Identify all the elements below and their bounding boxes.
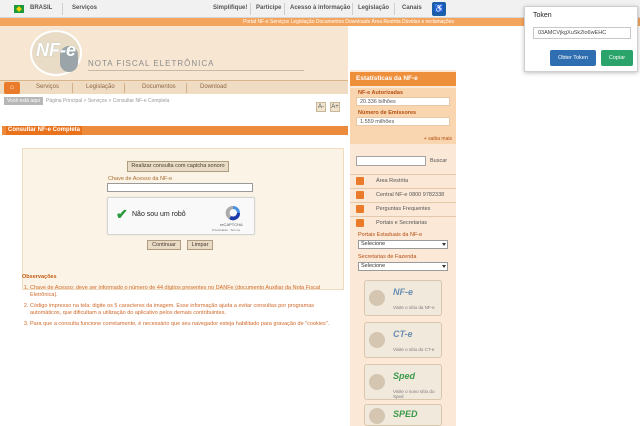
issuers-label: Número de Emissores [358,110,417,116]
query-form: Realizar consulta com captcha sonoro Cha… [22,148,344,290]
home-icon[interactable]: ⌂ [4,82,20,94]
gov-link-simplifique[interactable]: Simplifique! [213,5,247,11]
nav-item-documents[interactable]: Documentos [142,84,176,90]
authorized-value: 20.336 bilhões [356,97,450,106]
promo-subtitle: Visite o sítio do CT-e [393,347,435,352]
globe-icon [369,290,385,306]
continue-button[interactable]: Continuar [147,240,181,250]
logo-text: NF-e [36,40,76,60]
promo-title: CT-e [393,329,413,339]
accessibility-icon[interactable]: ♿ [432,2,446,16]
state-portals-label: Portais Estaduais da NF-e [358,232,423,238]
sidebar-item-label: Perguntas Frequentes [376,206,431,212]
page-title: Consultar NF-e Completa [6,126,83,135]
promo-title: SPED [393,409,418,419]
get-token-button[interactable]: Obter Token [550,50,596,66]
top-links[interactable]: Portal NF-e Serviços Legislação Document… [243,18,454,26]
sidebar-item-label: Área Restrita [376,178,409,184]
sidebar-item-portals[interactable]: Portais e Secretarias [350,216,456,228]
sidebar-item-label: Central NF-e 0800 9782338 [376,192,445,198]
promo-sped-2[interactable]: SPED [364,404,442,426]
chevron-down-icon [442,265,446,268]
token-field[interactable]: 03AMCVjkgXuSk2lo6wEHC [533,27,631,39]
gov-link-legislation[interactable]: Legislação [358,5,389,11]
access-key-label: Chave de Acesso da NF-e [108,176,173,182]
select-value: Selecione [361,263,386,269]
access-key-input[interactable] [107,183,253,192]
font-decrease-button[interactable]: A- [316,102,326,112]
nav-item-legislation[interactable]: Legislação [86,84,115,90]
gov-link-access-info[interactable]: Acesso à informação [290,5,350,11]
promo-subtitle: Visite o novo sítio do Sped [393,389,435,399]
promo-cte[interactable]: CT-e Visite o sítio do CT-e [364,322,442,358]
main-nav: ⌂ Serviços Legislação Documentos Downloa… [0,80,348,94]
recaptcha-privacy-links[interactable]: Privacidade - Termos [212,228,240,232]
gov-link-participe[interactable]: Participe [256,5,281,11]
token-popup: Token 03AMCVjkgXuSk2lo6wEHC Obter Token … [524,6,638,72]
globe-icon [369,374,385,390]
recaptcha-label: Não sou um robô [132,211,186,218]
you-are-here-badge: Você está aqui [4,97,43,105]
nav-item-download[interactable]: Download [200,84,227,90]
recaptcha-logo-icon [225,205,241,221]
sidebar: Estatísticas da NF-e NF-e Autorizadas 20… [350,70,456,426]
recaptcha-checkbox[interactable]: ✔ [116,206,128,223]
building-icon [356,219,364,227]
observation-item: Para que a consulta funcione corretament… [30,321,342,328]
copy-button[interactable]: Copiar [601,50,633,66]
sidebar-item-label: Portais e Secretarias [376,220,428,226]
stats-panel: NF-e Autorizadas 20.336 bilhões Número d… [350,88,456,144]
promo-nfe[interactable]: NF-e Visite o sítio da NF-e [364,280,442,316]
globe-icon [369,332,385,348]
stats-title: Estatísticas da NF-e [350,72,456,86]
gov-country[interactable]: BRASIL [30,5,52,11]
observation-item: Código impresso na tela: digite os 5 car… [30,303,342,317]
brazil-flag-icon [14,5,24,13]
question-icon [356,205,364,213]
finance-label: Secretarias de Fazenda [358,254,417,260]
breadcrumb-trail[interactable]: Página Principal > Serviços > Consultar … [46,97,169,105]
clear-button[interactable]: Limpar [187,240,213,250]
promo-title: NF-e [393,287,413,297]
breadcrumb: Você está aqui Página Principal > Serviç… [0,96,348,106]
main-page: NF-e NOTA FISCAL ELETRÔNICA ⌂ Serviços L… [0,26,456,426]
site-header: NF-e NOTA FISCAL ELETRÔNICA [0,26,348,80]
font-increase-button[interactable]: A+ [330,102,340,112]
sidebar-item-faq[interactable]: Perguntas Frequentes [350,202,456,214]
search-button[interactable]: Buscar [430,156,447,166]
lock-icon [356,177,364,185]
observation-item: Chave de Acesso: deve ser informado o nú… [30,285,342,299]
sidebar-item-restricted[interactable]: Área Restrita [350,174,456,186]
select-value: Selecione [361,241,386,247]
nfe-logo[interactable]: NF-e [30,30,82,76]
gov-services-link[interactable]: Serviços [72,5,97,11]
promo-sped[interactable]: Sped Visite o novo sítio do Sped [364,364,442,400]
recaptcha-brand: reCAPTCHA [220,222,243,227]
promo-title: Sped [393,371,416,381]
globe-icon [369,408,385,424]
state-portals-select[interactable]: Selecione [358,240,448,249]
page-title-bar: Consultar NF-e Completa [2,126,348,135]
search-input[interactable] [356,156,426,166]
brand-name: NOTA FISCAL ELETRÔNICA [88,59,215,68]
phone-icon [356,191,364,199]
gov-link-channels[interactable]: Canais [402,5,422,11]
promo-subtitle: Visite o sítio da NF-e [393,305,435,310]
chevron-down-icon [442,243,446,246]
more-stats-link[interactable]: + saiba mais [424,136,452,142]
token-title: Token [533,12,552,19]
issuers-value: 1.559 milhões [356,117,450,126]
audio-captcha-button[interactable]: Realizar consulta com captcha sonoro [127,161,229,172]
recaptcha-widget: ✔ Não sou um robô reCAPTCHA Privacidade … [107,197,255,235]
observations: Observações Chave de Acesso: deve ser in… [22,274,342,332]
nav-item-services[interactable]: Serviços [36,84,59,90]
authorized-label: NF-e Autorizadas [358,90,404,96]
observations-title: Observações [22,274,57,280]
sidebar-item-call-center[interactable]: Central NF-e 0800 9782338 [350,188,456,200]
finance-select[interactable]: Selecione [358,262,448,271]
